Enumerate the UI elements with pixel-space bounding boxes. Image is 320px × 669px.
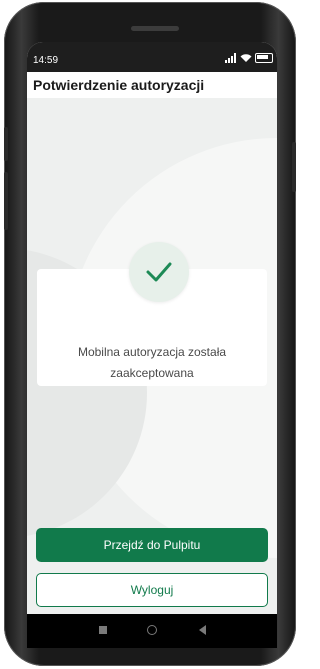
recent-apps-icon[interactable]: [99, 626, 107, 634]
home-icon[interactable]: [147, 625, 157, 635]
volume-down-button: [4, 172, 8, 230]
back-icon[interactable]: [199, 625, 206, 635]
wifi-icon: [240, 53, 252, 63]
confirmation-message-line1: Mobilna autoryzacja została: [77, 345, 227, 359]
battery-icon: [255, 53, 273, 63]
status-bar: 14:59: [27, 42, 277, 72]
status-icons: [225, 53, 273, 63]
signal-icon: [225, 53, 237, 63]
go-to-dashboard-button[interactable]: Przejdź do Pulpitu: [36, 528, 268, 562]
status-time: 14:59: [33, 55, 59, 66]
earpiece-speaker: [131, 26, 179, 31]
power-button: [292, 142, 296, 192]
confirmation-message-line2: zaakceptowana: [110, 366, 194, 380]
system-nav-bar: [27, 614, 277, 648]
volume-up-button: [4, 127, 8, 161]
phone-screen: 14:59 Potwierdzenie autoryzacji Mobilna …: [27, 42, 277, 630]
page-title: Potwierdzenie autoryzacji: [33, 77, 205, 93]
checkmark-icon: [146, 262, 172, 282]
confirmation-message: Mobilna autoryzacja została zaakceptowan…: [37, 342, 267, 384]
app-header: Potwierdzenie autoryzacji: [27, 72, 277, 98]
logout-button[interactable]: Wyloguj: [36, 573, 268, 607]
success-badge: [129, 242, 189, 302]
